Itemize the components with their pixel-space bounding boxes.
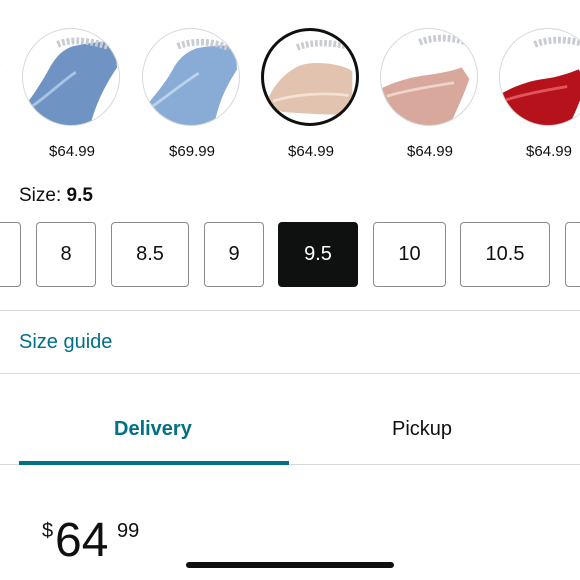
shoe-thumbnail[interactable] <box>499 28 580 126</box>
color-swatch-pink-patent[interactable]: $64.99 <box>380 28 480 160</box>
swatch-price: $64.99 <box>288 143 334 160</box>
swatch-price: $64.99 <box>407 143 453 160</box>
size-button-10-5[interactable]: 10.5 <box>460 222 550 287</box>
home-indicator[interactable] <box>186 562 394 568</box>
size-button-8[interactable]: 8 <box>36 222 96 287</box>
tab-pickup[interactable]: Pickup <box>392 418 452 441</box>
size-option-label: 9 <box>228 243 240 265</box>
shoe-thumbnail[interactable] <box>142 28 240 126</box>
divider <box>0 310 580 311</box>
size-option-label: 8.5 <box>136 243 164 265</box>
size-label: Size: <box>19 185 62 206</box>
tab-delivery[interactable]: Delivery <box>114 418 192 441</box>
shoe-thumbnail[interactable] <box>261 28 359 126</box>
size-option-label: 8 <box>60 243 72 265</box>
active-tab-indicator <box>19 461 289 465</box>
size-option-label: 9.5 <box>304 243 332 265</box>
color-swatch-red-patent[interactable]: $64.99 <box>499 28 580 160</box>
swatch-price: $64.99 <box>526 143 572 160</box>
selected-size-value: 9.5 <box>66 185 93 206</box>
divider <box>0 373 580 374</box>
color-swatch-carousel: $64.99 $69.99 $64.99 $64.99 $64.99 <box>0 0 580 170</box>
size-guide-link[interactable]: Size guide <box>19 331 112 354</box>
shoe-thumbnail[interactable] <box>22 28 120 126</box>
shoe-thumbnail[interactable] <box>380 28 478 126</box>
size-button-partial[interactable] <box>0 222 21 287</box>
price-currency-symbol: $ <box>42 520 54 542</box>
color-swatch-denim-blue[interactable]: $64.99 <box>22 28 122 160</box>
swatch-price: $64.99 <box>49 143 95 160</box>
size-option-label: 10 <box>398 243 421 265</box>
price-whole: 64 <box>55 514 109 567</box>
color-swatch-nude-patent[interactable]: $64.99 <box>261 28 361 160</box>
size-button-10[interactable]: 10 <box>373 222 446 287</box>
price-fraction: 99 <box>117 520 140 542</box>
size-option-label: 10.5 <box>485 243 525 265</box>
size-button-partial-right[interactable] <box>565 222 580 287</box>
size-button-8-5[interactable]: 8.5 <box>111 222 189 287</box>
size-button-9[interactable]: 9 <box>204 222 264 287</box>
color-swatch-light-denim[interactable]: $69.99 <box>142 28 242 160</box>
swatch-price: $69.99 <box>169 143 215 160</box>
size-button-9-5[interactable]: 9.5 <box>278 222 358 287</box>
partial-swatch-left[interactable] <box>0 64 4 90</box>
size-heading: Size: 9.5 <box>19 185 93 207</box>
